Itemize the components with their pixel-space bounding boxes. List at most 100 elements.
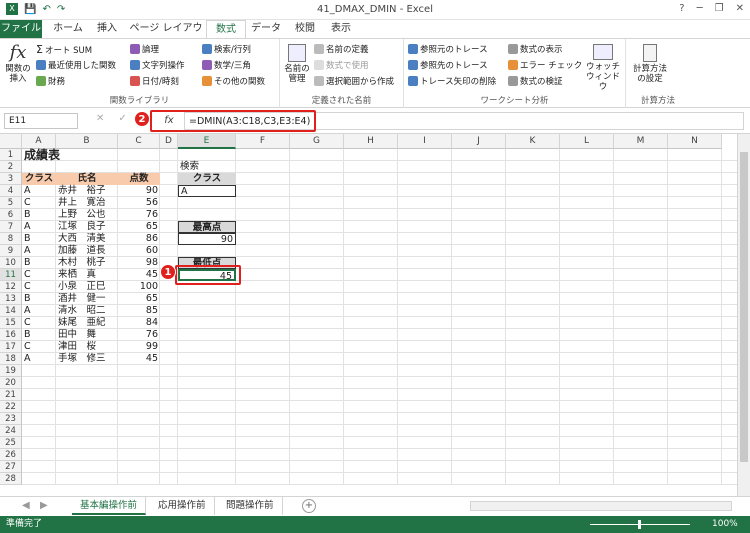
show-formulas-label: 数式の表示	[520, 45, 563, 55]
row-header-26[interactable]: 26	[0, 449, 22, 461]
worksheet-grid[interactable]: A B C D E F G H I J K L M N 1 2 3 4 5 6 7 8 9 10 11 12 13 14 15 16 17 1…	[0, 134, 737, 496]
tab-file[interactable]: ファイル	[0, 20, 42, 38]
financial-button[interactable]: 財務	[36, 75, 65, 87]
create-from-selection-button[interactable]: 選択範囲から作成	[314, 75, 394, 87]
row-header-20[interactable]: 20	[0, 377, 22, 389]
column-header-h[interactable]: H	[344, 134, 398, 149]
tab-view[interactable]: 表示	[326, 20, 356, 38]
column-header-a[interactable]: A	[22, 134, 56, 149]
row-header-10[interactable]: 10	[0, 257, 22, 269]
close-button[interactable]: ✕	[736, 3, 744, 14]
column-header-b[interactable]: B	[56, 134, 118, 149]
row-header-22[interactable]: 22	[0, 401, 22, 413]
evaluate-formula-button[interactable]: 数式の検証	[508, 75, 563, 87]
show-formulas-icon	[508, 44, 518, 54]
minimize-button[interactable]: ─	[697, 3, 703, 14]
zoom-level[interactable]: 100%	[712, 516, 738, 533]
row-header-12[interactable]: 12	[0, 281, 22, 293]
watch-window-button[interactable]: ウォッチウィンドウ	[584, 42, 622, 92]
scroll-thumb[interactable]	[740, 152, 748, 462]
cancel-icon[interactable]: ✕	[96, 113, 104, 124]
status-bar: 準備完了 100%	[0, 516, 750, 533]
create-from-selection-label: 選択範囲から作成	[326, 77, 395, 87]
row-header-14[interactable]: 14	[0, 305, 22, 317]
row-header-4[interactable]: 4	[0, 185, 22, 197]
row-header-15[interactable]: 15	[0, 317, 22, 329]
lookup-button[interactable]: 検索/行列	[202, 43, 251, 55]
name-manager-button[interactable]: 名前の管理	[282, 42, 312, 84]
column-header-f[interactable]: F	[236, 134, 290, 149]
column-header-k[interactable]: K	[506, 134, 560, 149]
enter-icon[interactable]: ✓	[118, 113, 126, 124]
row-header-18[interactable]: 18	[0, 353, 22, 365]
trace-dependents-button[interactable]: 参照先のトレース	[408, 59, 488, 71]
tab-insert[interactable]: 挿入	[92, 20, 122, 38]
row-header-6[interactable]: 6	[0, 209, 22, 221]
row-header-27[interactable]: 27	[0, 461, 22, 473]
tab-page-layout[interactable]: ページ レイアウト	[128, 20, 204, 52]
remove-arrows-button[interactable]: トレース矢印の削除	[408, 75, 496, 87]
row-header-17[interactable]: 17	[0, 341, 22, 353]
horizontal-scrollbar[interactable]	[470, 501, 732, 511]
more-functions-button[interactable]: その他の関数	[202, 75, 265, 87]
name-box[interactable]: E11	[4, 113, 78, 129]
row-header-19[interactable]: 19	[0, 365, 22, 377]
row-header-23[interactable]: 23	[0, 413, 22, 425]
zoom-thumb[interactable]	[638, 520, 641, 529]
sheet-tab-exercise[interactable]: 問題操作前	[218, 497, 283, 515]
column-header-m[interactable]: M	[614, 134, 668, 149]
column-header-e[interactable]: E	[178, 134, 236, 149]
column-header-d[interactable]: D	[160, 134, 178, 149]
row-header-7[interactable]: 7	[0, 221, 22, 233]
help-button[interactable]: ?	[679, 3, 684, 14]
row-header-1[interactable]: 1	[0, 149, 22, 161]
column-header-c[interactable]: C	[118, 134, 160, 149]
text-button[interactable]: 文字列操作	[130, 59, 185, 71]
sheet-tab-basic[interactable]: 基本編操作前	[72, 497, 147, 515]
tab-formulas[interactable]: 数式	[206, 20, 246, 38]
next-sheet-icon[interactable]: ▶	[40, 500, 48, 511]
row-header-9[interactable]: 9	[0, 245, 22, 257]
use-in-formula-button[interactable]: 数式で使用	[314, 59, 369, 71]
restore-button[interactable]: ❐	[715, 3, 724, 14]
row-header-21[interactable]: 21	[0, 389, 22, 401]
column-header-l[interactable]: L	[560, 134, 614, 149]
recent-functions-button[interactable]: 最近使用した関数	[36, 59, 116, 71]
tab-review[interactable]: 校閲	[290, 20, 320, 38]
vertical-scrollbar[interactable]	[737, 134, 750, 496]
row-header-8[interactable]: 8	[0, 233, 22, 245]
row-header-13[interactable]: 13	[0, 293, 22, 305]
column-header-i[interactable]: I	[398, 134, 452, 149]
select-all-corner[interactable]	[0, 134, 22, 149]
error-check-button[interactable]: エラー チェック	[508, 59, 582, 71]
show-formulas-button[interactable]: 数式の表示	[508, 43, 563, 55]
calc-options-button[interactable]: 計算方法の設定	[630, 42, 670, 84]
sheet-tab-advanced[interactable]: 応用操作前	[150, 497, 215, 515]
column-header-g[interactable]: G	[290, 134, 344, 149]
datetime-button[interactable]: 日付/時刻	[130, 75, 179, 87]
logical-button[interactable]: 論理	[130, 43, 159, 55]
add-sheet-button[interactable]: +	[302, 499, 316, 513]
datetime-label: 日付/時刻	[142, 77, 179, 87]
define-name-button[interactable]: 名前の定義	[314, 43, 369, 55]
row-header-5[interactable]: 5	[0, 197, 22, 209]
autosum-button[interactable]: Σ オート SUM	[36, 43, 92, 56]
row-header-16[interactable]: 16	[0, 329, 22, 341]
insert-function-label: 関数の挿入	[5, 64, 31, 84]
math-button[interactable]: 数学/三角	[202, 59, 251, 71]
row-header-24[interactable]: 24	[0, 425, 22, 437]
trace-dependents-icon	[408, 60, 418, 70]
row-header-3[interactable]: 3	[0, 173, 22, 185]
row-header-25[interactable]: 25	[0, 437, 22, 449]
insert-function-button[interactable]: fx 関数の挿入	[2, 42, 34, 84]
column-header-j[interactable]: J	[452, 134, 506, 149]
tab-data[interactable]: データ	[250, 20, 282, 38]
row-header-28[interactable]: 28	[0, 473, 22, 485]
tab-home[interactable]: ホーム	[50, 20, 86, 38]
trace-precedents-button[interactable]: 参照元のトレース	[408, 43, 488, 55]
row-header-2[interactable]: 2	[0, 161, 22, 173]
column-header-n[interactable]: N	[668, 134, 722, 149]
prev-sheet-icon[interactable]: ◀	[22, 500, 30, 511]
row-header-11[interactable]: 11	[0, 269, 22, 281]
recent-label: 最近使用した関数	[48, 61, 117, 71]
